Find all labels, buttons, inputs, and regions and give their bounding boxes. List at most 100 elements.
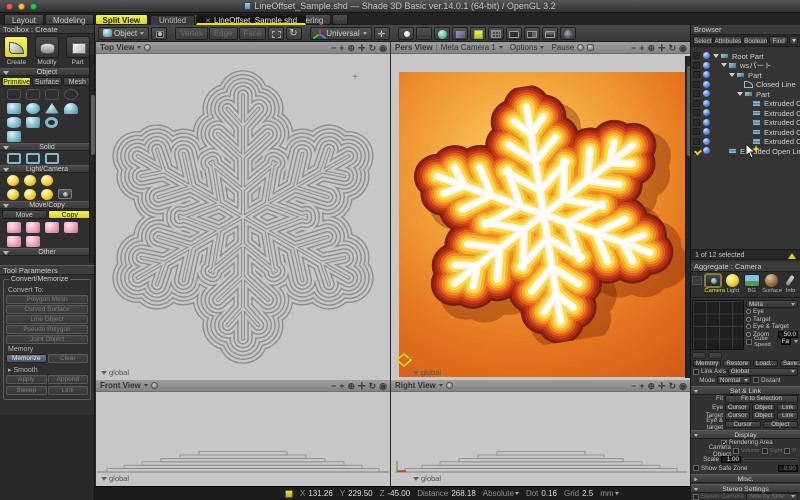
link-button[interactable]: Link: [777, 404, 798, 412]
coordinate-space-label[interactable]: global: [101, 474, 129, 483]
coordinate-space-label[interactable]: global: [413, 368, 441, 377]
aggregate-tab-bg[interactable]: BG: [743, 274, 760, 294]
array-copy-icon[interactable]: [64, 222, 78, 233]
layer-toggle[interactable]: [693, 147, 700, 154]
object-tab-primitive[interactable]: Primitive: [2, 77, 31, 86]
light-camera-section-header[interactable]: Light/Camera: [0, 165, 94, 173]
zoom-out-icon[interactable]: −: [631, 380, 636, 392]
layout-view-button[interactable]: [542, 27, 558, 40]
tree-item-extruded-closed[interactable]: Extruded Closed: [691, 108, 800, 118]
fit-view-icon[interactable]: ◉: [679, 42, 687, 54]
memorize-button[interactable]: Memorize: [6, 354, 47, 363]
toolbox-modify-button[interactable]: Modify: [33, 36, 61, 66]
fit-to-selection-button[interactable]: Fit to Selection: [725, 395, 798, 403]
radio-target[interactable]: Target: [746, 316, 798, 324]
coordinate-space-label[interactable]: global: [413, 474, 441, 483]
ring-icon[interactable]: [64, 89, 78, 100]
zoom-copy-icon[interactable]: [7, 222, 21, 233]
block-copy-icon[interactable]: [45, 222, 59, 233]
single-view-button[interactable]: [506, 27, 522, 40]
document-tab[interactable]: ✕LineOffset_Sample.shd: [196, 15, 306, 25]
safe-zone-field[interactable]: 0.90: [778, 465, 798, 472]
visibility-toggle-icon[interactable]: [703, 90, 710, 97]
viewport-zoom-tools[interactable]: −+⊕✛↻◉: [631, 42, 687, 54]
link-axis-select[interactable]: Global: [728, 368, 798, 376]
convert-line-object-button[interactable]: Line Object: [6, 315, 88, 324]
snapshot-button[interactable]: [452, 27, 468, 40]
expander-icon[interactable]: [729, 73, 735, 77]
solid-section-header[interactable]: Solid: [0, 143, 94, 151]
zoom-in-icon[interactable]: +: [339, 380, 344, 392]
zoom-out-icon[interactable]: −: [331, 42, 336, 54]
viewport-title[interactable]: Front View: [100, 381, 141, 390]
wedge-icon[interactable]: [26, 117, 40, 128]
visibility-toggle-icon[interactable]: [703, 128, 710, 135]
curve-icon[interactable]: [7, 89, 21, 100]
distant-light-icon[interactable]: [41, 175, 53, 186]
gear-icon[interactable]: [151, 382, 158, 389]
face-mode-button[interactable]: Face: [239, 27, 267, 40]
browser-tab-attributes[interactable]: Attributes: [714, 36, 743, 45]
spot-light-icon[interactable]: [24, 175, 36, 186]
sphere-icon[interactable]: [26, 103, 40, 114]
fit-view-icon[interactable]: ◉: [379, 42, 387, 54]
zoom-in-icon[interactable]: +: [639, 380, 644, 392]
stereo-camera-checkbox[interactable]: [693, 494, 699, 500]
zoom-value-field[interactable]: 50.0: [778, 331, 798, 338]
light-tool-button[interactable]: [398, 27, 414, 40]
misc-section-header[interactable]: Misc.: [691, 474, 800, 483]
workspace-tab-layout[interactable]: Layout: [4, 14, 44, 25]
smooth-append-button[interactable]: Append: [48, 375, 89, 384]
filter-icon[interactable]: [789, 36, 798, 45]
tree-item-extruded-closed[interactable]: Extruded Closed: [691, 127, 800, 137]
pan-icon[interactable]: ✛: [658, 380, 666, 392]
visibility-toggle-icon[interactable]: [703, 119, 710, 126]
tree-item-extruded-closed[interactable]: Extruded Closed: [691, 118, 800, 128]
chevron-down-icon[interactable]: [144, 384, 148, 387]
half-dome-icon[interactable]: [64, 103, 78, 114]
stereo-section-header[interactable]: Stereo Settings: [691, 484, 800, 493]
cylinder-icon[interactable]: [7, 117, 21, 128]
toolbox-create-button[interactable]: Create: [2, 36, 30, 66]
rendering-area-checkbox[interactable]: [721, 440, 727, 446]
scale-field[interactable]: 1.00: [721, 456, 741, 463]
pause-button[interactable]: Pause: [551, 43, 574, 52]
viewport-title[interactable]: Pers View: [395, 43, 433, 52]
p-checkbox[interactable]: [784, 448, 790, 454]
camera-icon[interactable]: [58, 189, 72, 199]
layer-toggle[interactable]: [693, 62, 700, 69]
arc-icon[interactable]: [45, 89, 59, 100]
chevron-down-icon[interactable]: [540, 46, 544, 49]
camera-selector[interactable]: Meta Camera 1: [441, 43, 496, 52]
world-view-button[interactable]: [434, 27, 450, 40]
cube-speed-value[interactable]: Fa: [781, 338, 791, 345]
cone-icon[interactable]: [45, 103, 59, 114]
camera-bank-grid[interactable]: [692, 300, 744, 350]
rotate-view-icon[interactable]: ↻: [669, 380, 677, 392]
rotate-view-icon[interactable]: ↻: [369, 42, 377, 54]
meta-select[interactable]: Meta: [746, 300, 798, 308]
layer-toggle[interactable]: [693, 119, 700, 126]
aggregate-tab-light[interactable]: Light: [724, 274, 741, 294]
convert-curved-surface-button[interactable]: Curved Surface: [6, 305, 88, 314]
visibility-toggle-icon[interactable]: [703, 81, 710, 88]
toolbox-part-button[interactable]: Part: [64, 36, 92, 66]
tree-item-ws-[interactable]: wsパート: [691, 61, 800, 71]
rounded-cube-icon[interactable]: [7, 103, 21, 114]
polyline-icon[interactable]: [26, 89, 40, 100]
zoom-area-icon[interactable]: ⊕: [648, 380, 656, 392]
front-viewport-canvas[interactable]: global: [96, 392, 390, 486]
rotate-view-icon[interactable]: ↻: [369, 380, 377, 392]
pan-icon[interactable]: ✛: [658, 42, 666, 54]
cursor-button[interactable]: Cursor: [725, 421, 761, 429]
aggregate-tab-camera[interactable]: Camera: [704, 274, 722, 294]
smooth-sweep-button[interactable]: Sweep: [6, 386, 47, 395]
radio-eye[interactable]: Eye: [746, 308, 798, 316]
tree-item-part[interactable]: Part: [691, 70, 800, 80]
convert-pseudo-polygon-button[interactable]: Pseudo Polygon: [6, 325, 88, 334]
split-view-button[interactable]: [524, 27, 540, 40]
area-light-icon[interactable]: [7, 189, 19, 200]
scale-slider[interactable]: [743, 458, 798, 461]
rotate-view-icon[interactable]: ↻: [669, 42, 677, 54]
smooth-link-button[interactable]: Link: [48, 386, 89, 395]
